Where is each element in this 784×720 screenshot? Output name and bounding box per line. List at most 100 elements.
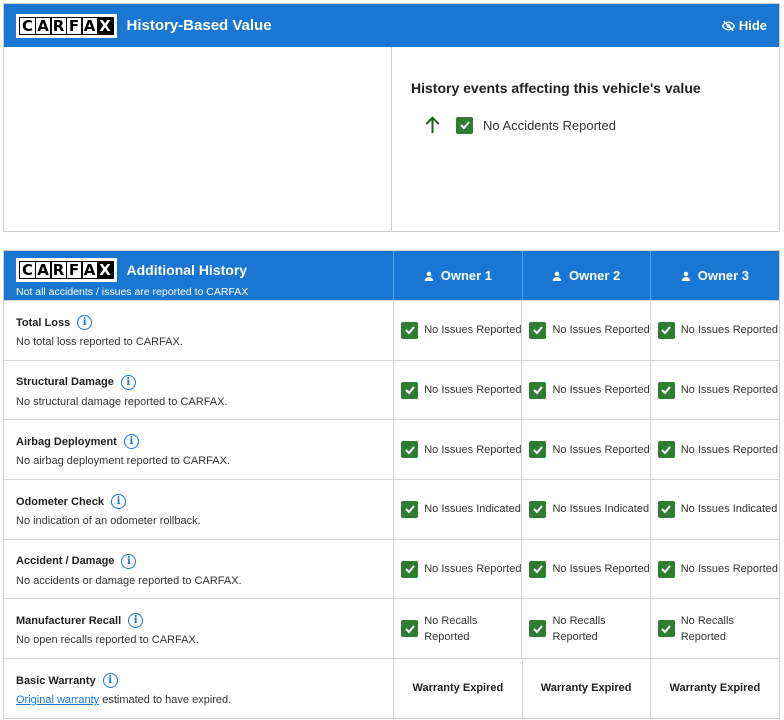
person-icon	[552, 271, 562, 281]
info-icon[interactable]: i	[77, 315, 93, 330]
checkbox-checked-icon	[529, 381, 547, 399]
owner-cell: No Issues Indicated	[394, 480, 523, 539]
checkbox-checked-icon	[657, 560, 675, 578]
cell-value: No Issues Reported	[424, 324, 522, 337]
row-description: Original warranty estimated to have expi…	[16, 694, 393, 706]
row-description: No indication of an odometer rollback.	[16, 515, 201, 528]
info-icon[interactable]: i	[121, 553, 137, 569]
checkbox-checked-icon	[657, 381, 675, 399]
table-row: Airbag Deployment i No airbag deployment r…	[4, 419, 779, 480]
cell-value: No Issues Reported	[552, 324, 650, 337]
row-description-text: estimated to have expired.	[99, 694, 232, 707]
row-title: Manufacturer Recall	[16, 614, 122, 627]
row-description: No total loss reported to CARFAX.	[16, 336, 183, 348]
checkbox-checked-icon	[401, 441, 419, 459]
logo-letter: A	[81, 16, 98, 35]
row-title: Accident / Damage	[16, 555, 115, 568]
logo-letter: F	[65, 16, 83, 35]
cell-value: No Issues Reported	[680, 443, 778, 456]
row-title: Airbag Deployment	[16, 435, 117, 448]
cell-value: Warranty Expired	[540, 682, 632, 695]
history-event: No Accidents Reported	[424, 116, 779, 134]
owner-cell: No Issues Reported	[651, 301, 779, 360]
row-title: Odometer Check	[16, 495, 105, 508]
eye-off-icon	[721, 20, 735, 31]
logo-letter: A	[34, 16, 52, 35]
table-row: Accident / Damage i No accidents or damage…	[4, 538, 779, 599]
owner-cell: No Issues Reported	[394, 301, 523, 360]
checkbox-checked-icon	[529, 441, 547, 459]
row-description: No airbag deployment reported to CARFAX.	[16, 455, 231, 468]
owner-column-header: Owner 1	[394, 251, 523, 300]
checkbox-checked-icon	[401, 500, 419, 518]
hide-button[interactable]: Hide	[721, 18, 767, 33]
table-row: Structural Damage i No structural damage r…	[4, 359, 779, 420]
logo-letter: A	[34, 261, 52, 279]
cell-value: No Issues Reported	[552, 384, 650, 397]
history-based-value-card: C A R F A X History-Based Value Hide His…	[3, 3, 780, 232]
info-icon[interactable]: i	[102, 673, 118, 689]
logo-letter: C	[19, 261, 36, 279]
checkbox-checked-icon	[401, 560, 419, 578]
checkbox-checked-icon	[657, 321, 675, 339]
owner-cell: No Issues Reported	[651, 361, 779, 420]
owner-cell: No Recalls Reported	[651, 599, 779, 658]
person-icon	[424, 271, 433, 281]
info-icon[interactable]: i	[128, 613, 144, 629]
carfax-logo: C A R F A X	[16, 13, 117, 38]
card-title: History-Based Value	[126, 17, 272, 34]
row-title: Structural Damage	[16, 376, 114, 389]
cell-value: No Recalls Reported	[680, 614, 734, 643]
cell-value: No Issues Reported	[552, 443, 650, 456]
checkbox-checked-icon	[529, 500, 547, 518]
cell-value: Warranty Expired	[412, 682, 504, 695]
owner-cell: No Issues Reported	[394, 420, 523, 480]
checkbox-checked-icon	[401, 321, 419, 339]
cell-value: No Issues Indicated	[552, 503, 650, 516]
owner-cell: No Recalls Reported	[394, 599, 523, 659]
checkbox-checked-icon	[657, 500, 675, 518]
cell-value: No Recalls Reported	[424, 614, 478, 643]
row-title: Basic Warranty	[16, 674, 96, 687]
checkbox-checked-icon	[401, 381, 419, 399]
owner-cell: No Issues Reported	[394, 360, 523, 420]
owner-cell: No Recalls Reported	[522, 599, 651, 659]
owner-label: Owner 1	[440, 268, 493, 283]
owner-cell: Warranty Expired	[523, 659, 651, 718]
cell-value: No Issues Reported	[680, 324, 778, 337]
additional-history-header: C A R F A X Additional History Not all a…	[4, 251, 779, 300]
table-row: Odometer Check i No indication of an odome…	[4, 479, 779, 539]
owner-cell: No Issues Reported	[651, 420, 779, 479]
row-description: No open recalls reported to CARFAX.	[16, 634, 199, 647]
logo-letter: R	[50, 261, 67, 279]
owner-cell: No Issues Indicated	[651, 480, 779, 539]
owner-label: Owner 3	[697, 268, 750, 283]
arrow-up-icon	[425, 116, 440, 134]
table-row: Manufacturer Recall i No open recalls repo…	[4, 598, 779, 659]
checkbox-checked-icon	[529, 620, 547, 638]
logo-letter: R	[50, 16, 67, 35]
owner-label: Owner 2	[568, 268, 621, 283]
checkbox-checked-icon	[657, 441, 675, 459]
owner-cell: No Issues Reported	[522, 539, 651, 599]
cell-value: No Issues Reported	[680, 563, 778, 576]
owner-cell: Warranty Expired	[651, 659, 779, 718]
info-icon[interactable]: i	[123, 434, 139, 450]
cell-value: No Issues Reported	[424, 443, 522, 456]
row-description: No structural damage reported to CARFAX.	[16, 395, 228, 408]
table-row: Basic Warranty i Original warranty estim…	[4, 658, 779, 718]
logo-letter: A	[81, 261, 98, 279]
owner-column-header: Owner 3	[651, 251, 779, 300]
value-chart-area	[4, 47, 392, 231]
row-title: Total Loss	[16, 316, 71, 329]
cell-value: No Issues Indicated	[424, 503, 521, 516]
original-warranty-link[interactable]: Original warranty	[16, 694, 99, 706]
owner-cell: No Issues Reported	[651, 540, 779, 599]
owner-cell: No Issues Reported	[394, 539, 523, 599]
info-icon[interactable]: i	[111, 494, 127, 510]
card-title: Additional History	[126, 262, 248, 278]
logo-letter: X	[96, 261, 114, 279]
info-icon[interactable]: i	[120, 374, 136, 390]
event-label: No Accidents Reported	[483, 117, 616, 133]
additional-history-card: C A R F A X Additional History Not all a…	[3, 250, 780, 719]
